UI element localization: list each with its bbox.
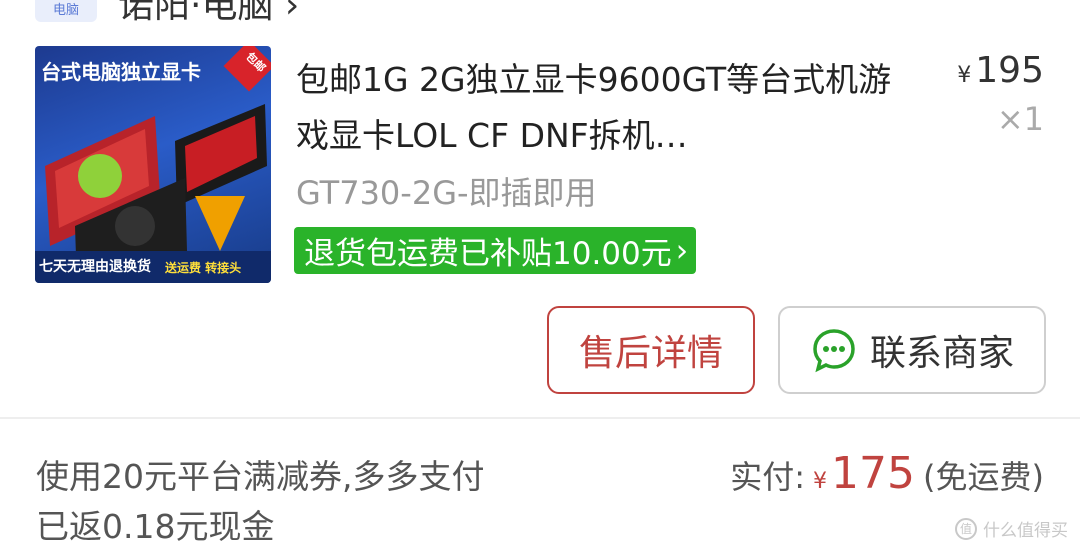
price-currency: ¥ (957, 63, 972, 88)
contact-seller-button[interactable]: 联系商家 (778, 306, 1046, 394)
watermark-text: 什么值得买 (983, 521, 1068, 541)
chevron-right-icon: › (675, 232, 689, 269)
after-sales-label: 售后详情 (578, 333, 723, 374)
chevron-right-icon: › (284, 0, 300, 26)
shop-icon-label: 电脑 (52, 3, 79, 18)
shipping-note: (免运费) (923, 458, 1044, 496)
watermark-logo-icon: 值 (955, 517, 977, 540)
shop-icon[interactable]: 电脑 (35, 0, 97, 22)
product-spec: GT730-2G-即插即用 (296, 174, 597, 212)
chat-bubble-icon (813, 329, 855, 373)
section-divider (0, 417, 1080, 419)
refund-shipping-tag[interactable]: 退货包运费已补贴10.00元 › (294, 227, 697, 274)
coupon-promo-text: 使用20元平台满减券,多多支付已返0.18元现金 (36, 457, 485, 546)
product-thumbnail[interactable]: 台式电脑独立显卡 包邮 七天无理由退换货 送运费 转接头 (35, 46, 271, 283)
watermark: 值 什么值得买 (955, 516, 1068, 541)
paid-amount: 175 (831, 448, 916, 499)
shop-name-link[interactable]: 诺阳·电脑 › (118, 0, 299, 28)
paid-label: 实付: (730, 458, 806, 496)
refund-shipping-label: 退货包运费已补贴10.00元 (304, 236, 672, 272)
product-title[interactable]: 包邮1G 2G独立显卡9600GT等台式机游戏显卡LOL CF DNF拆机… (296, 52, 906, 164)
actual-payment: 实付: ¥ 175 (免运费) (730, 448, 1044, 499)
price-value: 195 (975, 50, 1044, 91)
thumbnail-title: 台式电脑独立显卡 (41, 60, 201, 84)
thumbnail-gift-text: 送运费 转接头 (165, 261, 242, 275)
contact-seller-label: 联系商家 (869, 333, 1014, 374)
product-price: ¥195 (957, 50, 1044, 91)
paid-currency: ¥ (813, 469, 828, 494)
shop-name: 诺阳·电脑 (118, 0, 274, 26)
after-sales-button[interactable]: 售后详情 (547, 306, 755, 394)
product-quantity: ×1 (996, 100, 1044, 138)
thumbnail-return-text: 七天无理由退换货 (39, 259, 151, 275)
